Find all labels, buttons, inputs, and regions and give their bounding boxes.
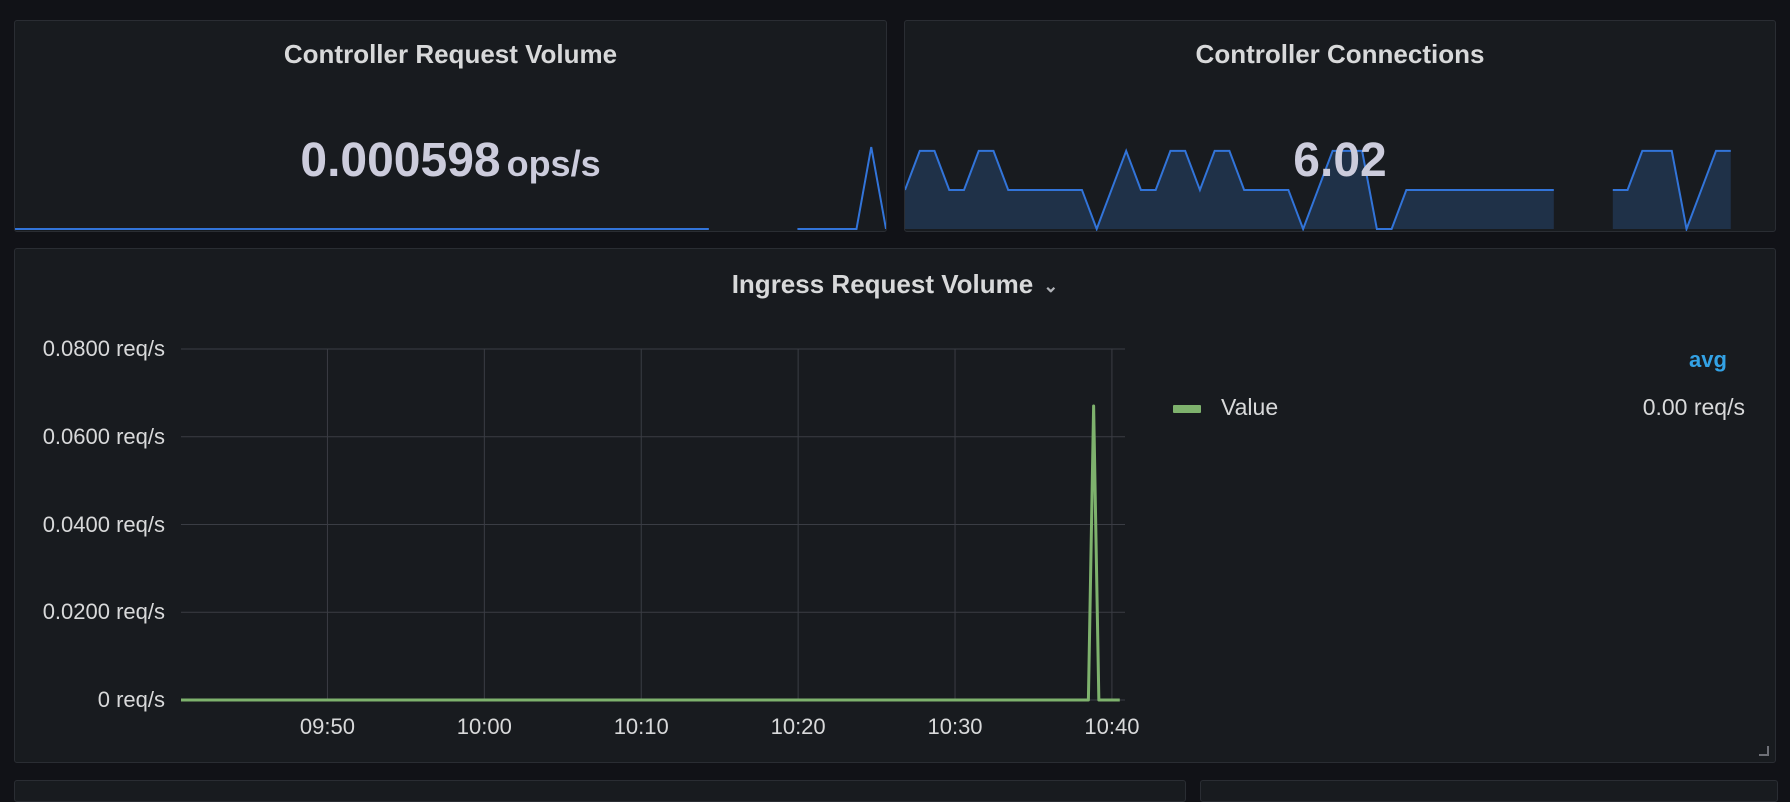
stat-number: 6.02: [1293, 134, 1387, 187]
x-tick-label: 09:50: [299, 714, 355, 739]
next-panel-stub-right: [1200, 780, 1778, 802]
y-tick-label: 0.0800 req/s: [42, 336, 165, 361]
x-tick-label: 10:40: [1084, 714, 1140, 739]
x-tick-label: 10:00: [456, 714, 512, 739]
y-tick-label: 0.0400 req/s: [42, 511, 165, 537]
controller-connections-panel[interactable]: Controller Connections 6.02: [904, 20, 1776, 232]
legend-swatch[interactable]: [1173, 405, 1201, 413]
legend-series-value: 0.00 req/s: [1642, 394, 1745, 420]
ingress-request-volume-panel[interactable]: Ingress Request Volume ⌄ 0 req/s 0.0200 re…: [14, 248, 1776, 763]
ingress-chart: [181, 348, 1125, 702]
y-tick-label: 0.0200 req/s: [42, 599, 165, 625]
y-tick-label: 0.0600 req/s: [42, 423, 165, 449]
x-tick-label: 10:10: [613, 714, 669, 739]
stat-value: 6.02: [905, 133, 1775, 188]
next-panel-stub-left: [14, 780, 1186, 802]
x-tick-label: 10:30: [927, 714, 983, 739]
resize-handle-icon[interactable]: [1759, 746, 1769, 756]
legend-header-avg[interactable]: avg: [1689, 347, 1727, 373]
series-line-value: [181, 404, 1120, 702]
legend-series-name[interactable]: Value: [1221, 394, 1278, 421]
panel-title[interactable]: Controller Connections: [905, 39, 1775, 70]
y-tick-label: 0 req/s: [97, 687, 165, 712]
x-tick-label: 10:20: [770, 714, 826, 739]
controller-request-volume-panel[interactable]: Controller Request Volume 0.000598 ops/s: [14, 20, 887, 232]
sparkline-line-1: [797, 146, 886, 230]
request-volume-sparkline: [15, 146, 886, 230]
panel-title[interactable]: Controller Request Volume: [15, 39, 886, 70]
